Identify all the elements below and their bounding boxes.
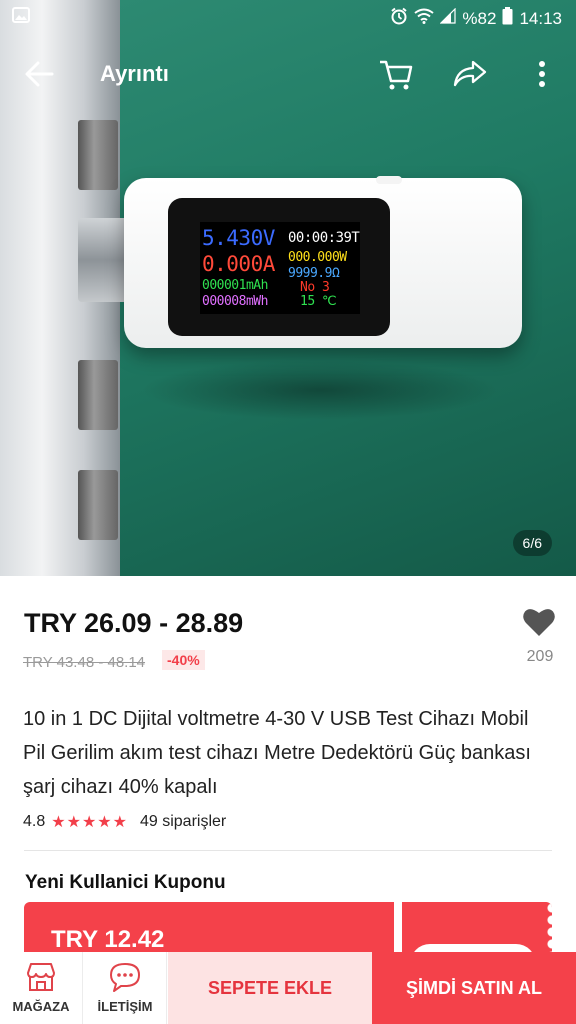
page-title: Ayrıntı [100, 61, 169, 86]
energy-reading: 000008mWh [202, 294, 268, 309]
add-to-cart-button[interactable]: SEPETE EKLE [168, 952, 372, 1024]
status-bar: %82 14:13 [0, 0, 576, 34]
store-button[interactable]: MAĞAZA [0, 952, 83, 1024]
price-range: TRY 26.09 - 28.89 [24, 608, 244, 638]
store-label: MAĞAZA [12, 999, 70, 1014]
contact-label: İLETİŞİM [97, 999, 153, 1014]
back-arrow-icon[interactable] [22, 58, 56, 90]
wifi-icon [414, 8, 435, 29]
battery-icon [502, 7, 513, 30]
product-title: 10 in 1 DC Dijital voltmetre 4-30 V USB … [23, 708, 531, 798]
chat-icon [109, 962, 141, 992]
alarm-icon [390, 7, 408, 30]
heart-icon[interactable] [522, 606, 556, 638]
rating-value: 4.8 [23, 813, 46, 830]
gallery-icon [12, 7, 30, 28]
capacity-reading: 000001mAh [202, 278, 268, 293]
image-counter: 6/6 [512, 530, 552, 556]
battery-percent: %82 [462, 8, 497, 28]
voltage-reading: 5.430V [202, 226, 275, 250]
star-rating-icon: ★★★★★ [51, 814, 128, 831]
bottom-action-bar: MAĞAZA İLETİŞİM SEPETE EKLE ŞİMDİ SATIN … [0, 952, 576, 1024]
coupon-price: TRY 12.42 [51, 926, 165, 953]
share-icon[interactable] [452, 56, 488, 92]
number-reading: No 3 [300, 280, 330, 295]
timer-reading: 00:00:39T [288, 230, 360, 246]
coupon-section-title: Yeni Kullanici Kuponu [25, 872, 226, 893]
current-reading: 0.000A [202, 252, 275, 276]
wishlist-count: 209 [526, 648, 554, 665]
cart-icon[interactable] [378, 56, 414, 92]
divider [24, 850, 552, 851]
tester-display: 5.430V 00:00:39T 0.000A 000.000W 9999.9Ω… [200, 222, 360, 314]
clock: 14:13 [519, 8, 562, 28]
temperature-reading: 15 ℃ [300, 294, 337, 309]
store-icon [25, 962, 57, 992]
signal-icon [439, 7, 457, 29]
more-vert-icon[interactable] [524, 56, 560, 92]
original-price: TRY 43.48 - 48.14 [23, 654, 146, 671]
rating-row[interactable]: 4.8 ★★★★★ 49 siparişler [23, 812, 226, 832]
discount-badge: -40% [162, 650, 205, 670]
contact-button[interactable]: İLETİŞİM [84, 952, 167, 1024]
resistance-reading: 9999.9Ω [288, 266, 340, 281]
power-reading: 000.000W [288, 250, 347, 265]
orders-count: 49 siparişler [139, 813, 227, 830]
app-bar: Ayrıntı [0, 44, 576, 104]
buy-now-button[interactable]: ŞİMDİ SATIN AL [372, 952, 576, 1024]
